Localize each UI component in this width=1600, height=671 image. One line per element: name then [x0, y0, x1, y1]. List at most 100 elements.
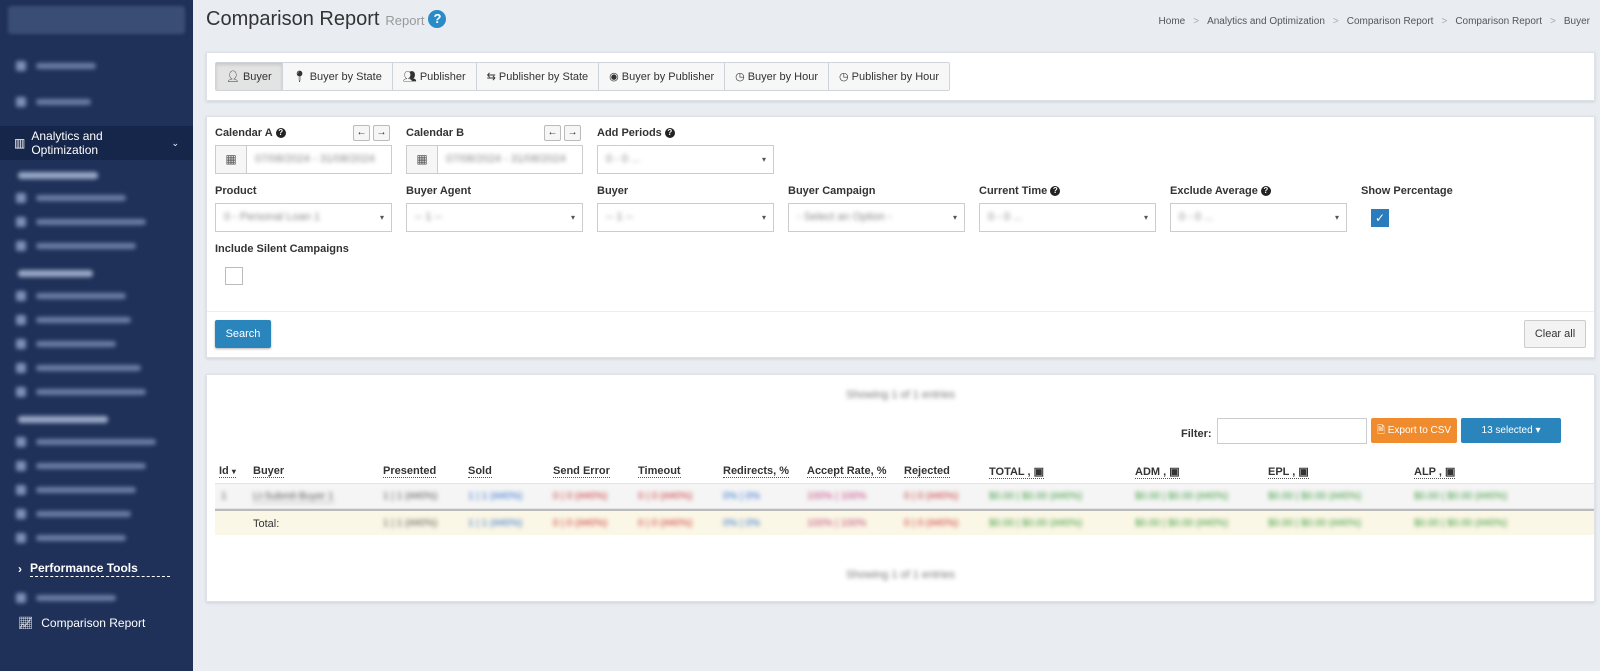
help-icon[interactable]: ?	[428, 10, 447, 28]
tab-buyer-by-publisher[interactable]: ◉ Buyer by Publisher	[599, 63, 726, 90]
col-alp[interactable]: ALP , ▣	[1414, 465, 1456, 479]
buyer-agent-select[interactable]: -- 1 -- ▾	[406, 203, 583, 232]
line-chart-icon: 📈︎	[18, 616, 34, 630]
col-send-error[interactable]: Send Error	[553, 465, 610, 478]
table-row[interactable]: 1 Lt-Submit-Buyer 1 1 | 1 (##0%) 1 | 1 (…	[215, 483, 1594, 509]
sidebar-search[interactable]	[8, 6, 185, 34]
col-redirects[interactable]: Redirects, %	[723, 465, 790, 478]
sidebar-item-reports[interactable]	[0, 90, 193, 114]
buyer-campaign-label: Buyer Campaign	[788, 185, 876, 197]
calendar-a-label: Calendar A?	[215, 127, 286, 139]
calendar-a-input[interactable]: ▦ 07/08/2024 - 31/08/2024	[215, 145, 392, 174]
tab-publisher[interactable]: 👥︎ Publisher	[392, 63, 477, 90]
signpost-icon: ⇆	[486, 71, 496, 83]
caret-down-icon: ▾	[1334, 213, 1339, 222]
clock-icon: ◷	[735, 71, 745, 83]
table-total-row: Total: 1 | 1 (##0%) 1 | 1 (##0%) 0 | 0 (…	[215, 509, 1594, 535]
calendar-b-prev-button[interactable]: ←	[544, 125, 561, 141]
export-csv-button[interactable]: 🗎︎ Export to CSV	[1371, 418, 1457, 443]
tab-publisher-by-state[interactable]: ⇆ Publisher by State	[476, 63, 600, 90]
add-periods-select[interactable]: 0 - 0 ... ▾	[597, 145, 774, 174]
search-button[interactable]: Search	[215, 320, 271, 348]
chevron-right-icon: ›	[18, 562, 22, 576]
col-presented[interactable]: Presented	[383, 465, 437, 478]
calendar-b-next-button[interactable]: →	[564, 125, 581, 141]
calendar-a-next-button[interactable]: →	[373, 125, 390, 141]
chart-bar-icon: ▥	[14, 136, 26, 150]
caret-down-icon: ▾	[379, 213, 384, 222]
filters-panel: Calendar A? ← → ▦ 07/08/2024 - 31/08/202…	[206, 116, 1595, 358]
results-panel: Showing 1 of 1 entries Filter: 🗎︎ Export…	[206, 374, 1595, 602]
calendar-icon: ▦	[407, 146, 438, 173]
current-time-label: Current Time?	[979, 185, 1061, 197]
columns-select-button[interactable]: 13 selected ▾	[1461, 418, 1561, 443]
user-icon: 👤︎	[226, 71, 240, 83]
help-icon[interactable]: ?	[664, 128, 675, 138]
include-silent-label: Include Silent Campaigns	[215, 243, 349, 255]
calendar-icon: ▦	[216, 146, 247, 173]
filter-label: Filter:	[1181, 428, 1212, 440]
tab-buyer-by-hour[interactable]: ◷ Buyer by Hour	[725, 63, 830, 90]
include-silent-checkbox[interactable]	[225, 267, 243, 285]
col-rejected[interactable]: Rejected	[904, 465, 950, 478]
col-accept-rate[interactable]: Accept Rate, %	[807, 465, 887, 478]
col-total[interactable]: TOTAL , ▣	[989, 465, 1045, 479]
breadcrumb-home[interactable]: Home	[1159, 16, 1186, 27]
user-circle-icon: ◉	[609, 71, 619, 83]
divider	[207, 311, 1594, 312]
col-timeout[interactable]: Timeout	[638, 465, 681, 478]
clock-icon: ◷	[839, 71, 849, 83]
breadcrumb-comparison-2[interactable]: Comparison Report	[1455, 16, 1542, 27]
check-icon: ✓	[1374, 211, 1386, 225]
breadcrumb: Home > Analytics and Optimization > Compar…	[1158, 16, 1590, 27]
col-sold[interactable]: Sold	[468, 465, 492, 478]
col-adm[interactable]: ADM , ▣	[1135, 465, 1180, 479]
sort-desc-icon: ▾	[231, 467, 236, 476]
calendar-b-input[interactable]: ▦ 07/08/2024 - 31/08/2024	[406, 145, 583, 174]
clear-all-button[interactable]: Clear all	[1524, 320, 1586, 348]
tab-buyer-by-state[interactable]: 📍︎ Buyer by State	[282, 63, 393, 90]
sidebar-item-comparison-report[interactable]: 📈︎ Comparison Report	[0, 612, 193, 634]
sidebar-item-performance-tools[interactable]: › Performance Tools	[0, 558, 193, 580]
buyer-link[interactable]: Lt-Submit-Buyer 1	[253, 491, 334, 503]
show-percentage-checkbox[interactable]: ✓	[1371, 209, 1389, 227]
caret-down-icon: ▾	[952, 213, 957, 222]
caret-down-icon: ▾	[1535, 425, 1541, 436]
tabs-panel: 👤︎ Buyer 📍︎ Buyer by State 👥︎ Publisher ⇆ Pu…	[206, 52, 1595, 101]
sidebar-item-analytics[interactable]: ▥ Analytics and Optimization ⌄	[0, 126, 193, 160]
sidebar-item-dashboard[interactable]	[0, 54, 193, 78]
tab-buyer[interactable]: 👤︎ Buyer	[216, 63, 283, 90]
add-periods-label: Add Periods?	[597, 127, 675, 139]
file-icon: 🗎︎	[1376, 425, 1385, 436]
buyer-campaign-select[interactable]: - Select an Option - ▾	[788, 203, 965, 232]
col-buyer[interactable]: Buyer	[253, 465, 285, 478]
report-tabs: 👤︎ Buyer 📍︎ Buyer by State 👥︎ Publisher ⇆ Pu…	[215, 62, 951, 91]
buyer-agent-label: Buyer Agent	[406, 185, 471, 197]
page-title: Comparison Report Report?	[206, 8, 447, 31]
product-label: Product	[215, 185, 257, 197]
filter-input[interactable]	[1217, 418, 1367, 444]
calendar-b-label: Calendar B	[406, 127, 465, 139]
breadcrumb-analytics[interactable]: Analytics and Optimization	[1207, 16, 1325, 27]
help-icon[interactable]: ?	[1050, 186, 1061, 196]
product-select[interactable]: 0 - Personal Loan 1 ▾	[215, 203, 392, 232]
calendar-a-prev-button[interactable]: ←	[353, 125, 370, 141]
money-icon: ▣	[1033, 466, 1045, 478]
users-icon: 👥︎	[402, 71, 417, 83]
tab-publisher-by-hour[interactable]: ◷ Publisher by Hour	[829, 63, 950, 90]
col-epl[interactable]: EPL , ▣	[1268, 465, 1309, 479]
money-icon: ▣	[1169, 466, 1180, 478]
col-id[interactable]: Id ▾	[219, 465, 236, 478]
buyer-select[interactable]: -- 1 -- ▾	[597, 203, 774, 232]
help-icon[interactable]: ?	[1260, 186, 1271, 196]
current-time-select[interactable]: 0 - 0 ... ▾	[979, 203, 1156, 232]
showing-entries-top: Showing 1 of 1 entries	[846, 389, 955, 401]
money-icon: ▣	[1444, 466, 1456, 478]
showing-entries-bottom: Showing 1 of 1 entries	[846, 569, 955, 581]
chevron-down-icon: ⌄	[171, 137, 179, 148]
breadcrumb-comparison[interactable]: Comparison Report	[1347, 16, 1434, 27]
exclude-average-select[interactable]: 0 - 0 ... ▾	[1170, 203, 1347, 232]
breadcrumb-buyer: Buyer	[1563, 16, 1590, 27]
caret-down-icon: ▾	[761, 213, 766, 222]
help-icon[interactable]: ?	[275, 128, 286, 138]
